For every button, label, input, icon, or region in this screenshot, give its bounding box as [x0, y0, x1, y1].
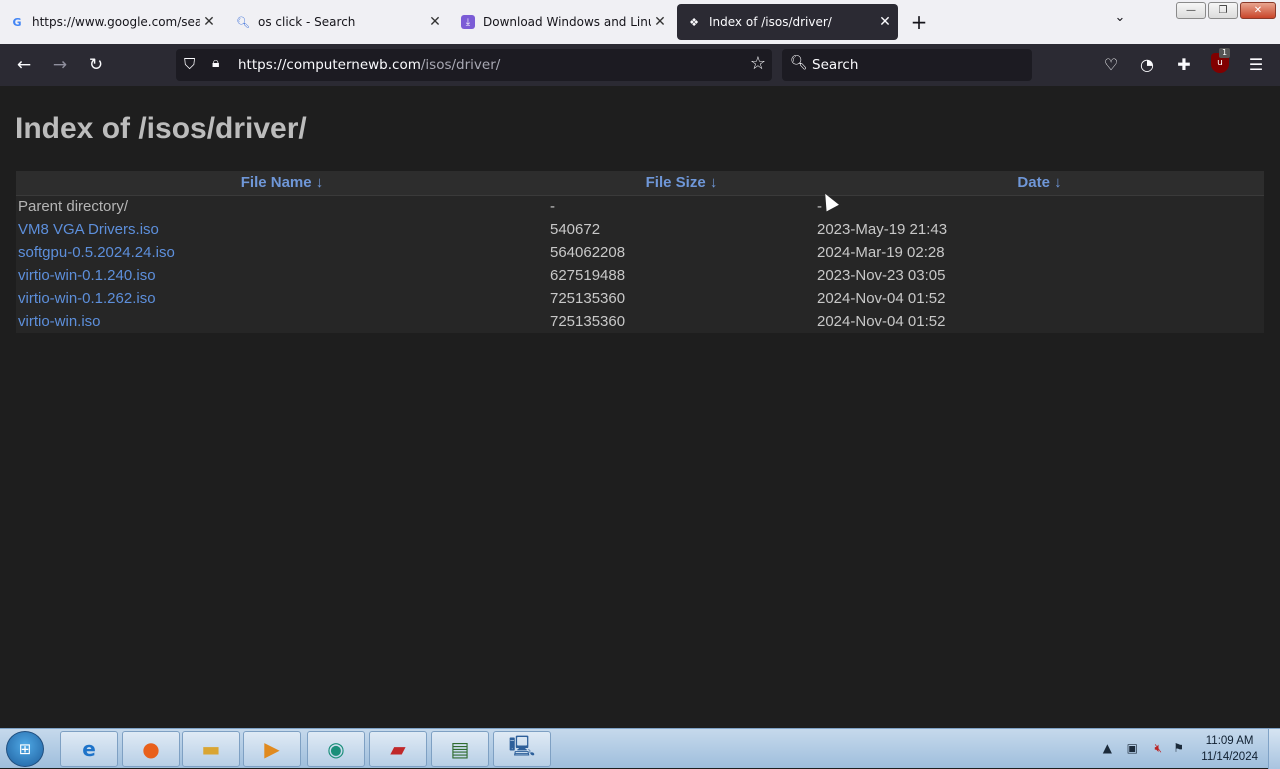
column-header-date[interactable]: Date ↓ — [815, 171, 1264, 196]
file-size-cell: - — [550, 198, 555, 216]
ublock-badge: 1 — [1219, 48, 1231, 58]
close-icon[interactable]: ✕ — [200, 14, 218, 30]
file-name-cell: virtio-win-0.1.240.iso — [16, 264, 548, 287]
parent-directory-link[interactable]: Parent directory/ — [18, 198, 128, 215]
list-all-tabs-button[interactable]: ⌄ — [1108, 10, 1132, 25]
date-cell: 2023-Nov-23 03:05 — [817, 267, 946, 284]
table-row: softgpu-0.5.2024.24.iso 564062208 2024-M… — [16, 241, 1264, 264]
table-row: virtio-win-0.1.262.iso 725135360 2024-No… — [16, 287, 1264, 310]
terminal-icon[interactable]: ▤ — [431, 731, 489, 767]
page-content: Index of /isos/driver/ File Name ↓ File … — [0, 86, 1280, 728]
table-row: Parent directory/ - - — [16, 195, 1264, 218]
account-sync-icon[interactable]: ◔ — [1135, 53, 1159, 77]
start-button[interactable]: ⊞ — [6, 731, 44, 767]
page-title: Index of /isos/driver/ — [15, 112, 307, 145]
column-header-file-size[interactable]: File Size ↓ — [548, 171, 815, 196]
tab-download-iso[interactable]: ⤓ Download Windows and Linux ISO ✕ — [451, 4, 673, 40]
file-size-cell: 564062208 — [550, 244, 626, 261]
computer-icon[interactable]: 🖳︎ — [493, 731, 551, 767]
close-icon[interactable]: ✕ — [426, 14, 444, 30]
close-icon[interactable]: ✕ — [876, 14, 894, 30]
download-icon: ⤓ — [461, 15, 475, 29]
tab-title: os click - Search — [258, 15, 356, 29]
menu-icon[interactable]: ☰ — [1244, 53, 1268, 77]
google-icon: G — [12, 15, 22, 29]
volume-muted-icon[interactable]: 🔇︎ — [1154, 741, 1162, 756]
url-domain: https://computernewb.com — [238, 57, 421, 73]
pocket-icon[interactable]: ♡ — [1099, 53, 1123, 77]
bookmark-star-icon[interactable]: ☆ — [750, 53, 766, 74]
forward-button[interactable]: → — [48, 53, 72, 77]
new-tab-button[interactable]: + — [906, 10, 932, 34]
tab-google[interactable]: G https://www.google.com/search? ✕ — [0, 4, 222, 40]
file-size-cell: 627519488 — [550, 267, 626, 284]
site-icon: ❖ — [689, 15, 699, 29]
taskbar: ⊞ e ● ▬ ▶ ◉ ▰ ▤ 🖳︎ ▲ ▣ 🔇︎ ⚑ 11:09 AM 11/… — [0, 728, 1280, 769]
network-icon[interactable]: ▣ — [1127, 741, 1138, 755]
file-name-cell: virtio-win-0.1.262.iso — [16, 287, 548, 310]
navigation-bar: ← → ↻ ⛉ 🔒︎ https://computernewb.com/isos… — [0, 44, 1280, 86]
table-header-row: File Name ↓ File Size ↓ Date ↓ — [16, 171, 1264, 196]
date-cell: 2024-Nov-04 01:52 — [817, 290, 946, 307]
search-input[interactable]: 🔍︎ Search — [782, 49, 1032, 81]
search-icon: 🔍︎ — [236, 15, 250, 29]
close-window-button[interactable]: ✕ — [1240, 2, 1276, 19]
file-explorer-icon[interactable]: ▬ — [182, 731, 240, 767]
file-size-cell: 725135360 — [550, 290, 626, 307]
table-row: virtio-win.iso 725135360 2024-Nov-04 01:… — [16, 310, 1264, 333]
file-link[interactable]: VM8 VGA Drivers.iso — [18, 221, 159, 238]
column-header-file-name[interactable]: File Name ↓ — [16, 171, 548, 196]
file-link[interactable]: virtio-win-0.1.240.iso — [18, 267, 156, 284]
tracking-protection-shield-icon[interactable]: ⛉ — [184, 55, 195, 73]
file-size-cell: 540672 — [550, 221, 601, 238]
file-link[interactable]: softgpu-0.5.2024.24.iso — [18, 244, 175, 261]
lock-icon[interactable]: 🔒︎ — [212, 55, 219, 71]
reload-button[interactable]: ↻ — [84, 53, 108, 77]
file-size-cell: 725135360 — [550, 313, 626, 330]
file-link[interactable]: virtio-win.iso — [18, 313, 101, 330]
firefox-icon[interactable]: ● — [122, 731, 180, 767]
clock-date: 11/14/2024 — [1201, 751, 1258, 763]
minimize-button[interactable]: — — [1176, 2, 1206, 19]
tab-strip: G https://www.google.com/search? ✕ 🔍︎ os… — [0, 0, 1280, 44]
show-hidden-icons-icon[interactable]: ▲ — [1103, 741, 1112, 755]
url-bar[interactable]: ⛉ 🔒︎ https://computernewb.com/isos/drive… — [176, 49, 772, 81]
file-name-cell: virtio-win.iso — [16, 310, 548, 333]
tab-title: Download Windows and Linux ISO — [483, 15, 651, 29]
search-icon: 🔍︎ — [790, 55, 808, 71]
date-cell: 2024-Nov-04 01:52 — [817, 313, 946, 330]
file-name-cell: VM8 VGA Drivers.iso — [16, 218, 548, 241]
tab-index-isos-driver[interactable]: ❖ Index of /isos/driver/ ✕ — [677, 4, 898, 40]
search-placeholder: Search — [812, 57, 859, 73]
url-path: /isos/driver/ — [420, 57, 501, 73]
file-link[interactable]: virtio-win-0.1.262.iso — [18, 290, 156, 307]
toolbox-icon[interactable]: ▰ — [369, 731, 427, 767]
file-listing-table: File Name ↓ File Size ↓ Date ↓ Parent di… — [16, 171, 1264, 333]
table-row: VM8 VGA Drivers.iso 540672 2023-May-19 2… — [16, 218, 1264, 241]
url-text[interactable]: https://computernewb.com/isos/driver/ — [238, 57, 500, 73]
show-desktop-button[interactable] — [1268, 729, 1280, 769]
clock-time: 11:09 AM — [1205, 735, 1254, 747]
app-icon[interactable]: ◉ — [307, 731, 365, 767]
action-center-flag-icon[interactable]: ⚑ — [1173, 741, 1184, 755]
table-row: virtio-win-0.1.240.iso 627519488 2023-No… — [16, 264, 1264, 287]
file-name-cell: softgpu-0.5.2024.24.iso — [16, 241, 548, 264]
media-player-icon[interactable]: ▶ — [243, 731, 301, 767]
date-cell: 2024-Mar-19 02:28 — [817, 244, 945, 261]
close-icon[interactable]: ✕ — [651, 14, 669, 30]
extensions-icon[interactable]: ✚ — [1172, 53, 1196, 77]
file-name-cell: Parent directory/ — [16, 195, 548, 218]
ublock-origin-icon[interactable]: u1 — [1211, 48, 1231, 73]
clock[interactable]: 11:09 AM 11/14/2024 — [1201, 733, 1258, 765]
date-cell: 2023-May-19 21:43 — [817, 221, 948, 238]
back-button[interactable]: ← — [12, 53, 36, 77]
date-cell: - — [817, 198, 822, 216]
internet-explorer-icon[interactable]: e — [60, 731, 118, 767]
tab-title: Index of /isos/driver/ — [709, 15, 832, 29]
tab-os-click-search[interactable]: 🔍︎ os click - Search ✕ — [226, 4, 448, 40]
restore-button[interactable]: ❐ — [1208, 2, 1238, 19]
tab-title: https://www.google.com/search? — [32, 15, 200, 29]
window-controls: — ❐ ✕ — [1176, 2, 1276, 19]
